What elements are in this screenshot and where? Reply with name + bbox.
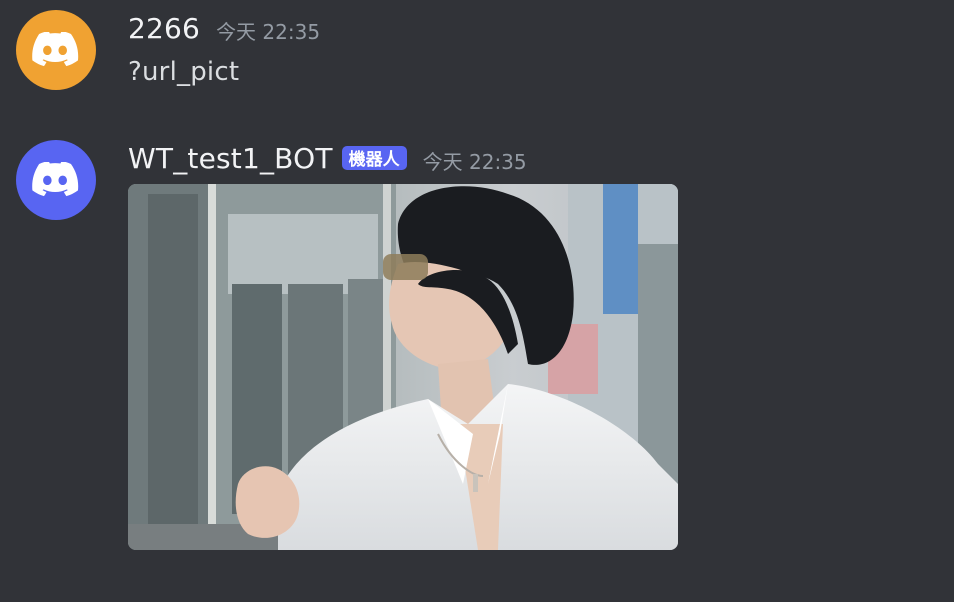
username[interactable]: WT_test1_BOT <box>128 142 333 175</box>
message-timestamp[interactable]: 今天 22:35 <box>216 16 320 45</box>
avatar[interactable] <box>16 140 96 220</box>
chat-messages: 2266 今天 22:35 ?url_pict WT_test1_BOT 機器人… <box>0 0 954 602</box>
message-timestamp[interactable]: 今天 22:35 <box>423 146 527 175</box>
message-content: ?url_pict <box>128 57 240 87</box>
image-attachment[interactable] <box>128 184 678 550</box>
username[interactable]: 2266 <box>128 12 200 45</box>
discord-logo-icon <box>32 162 80 198</box>
discord-logo-icon <box>32 32 80 68</box>
bot-badge: 機器人 <box>341 146 407 170</box>
avatar[interactable] <box>16 10 96 90</box>
bot-badge-label: 機器人 <box>348 150 400 170</box>
attachment-photo <box>128 184 678 550</box>
